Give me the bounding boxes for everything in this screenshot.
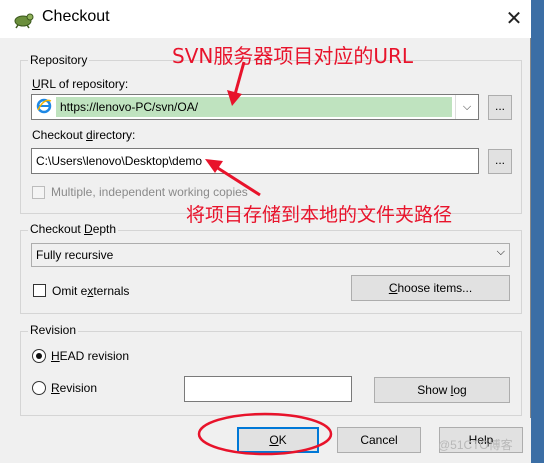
omit-externals-label: Omit externals: [52, 284, 130, 298]
internet-explorer-icon: [36, 98, 52, 114]
close-button[interactable]: ✕: [500, 6, 528, 32]
checkout-directory-label: Checkout directory:: [32, 128, 136, 142]
dir-annotation-text: 将项目存储到本地的文件夹路径: [186, 204, 453, 226]
close-icon: ✕: [505, 8, 523, 30]
show-log-button[interactable]: Show log: [374, 377, 510, 403]
checkout-depth-group-label: Checkout Depth: [28, 222, 119, 236]
checkout-directory-value: C:\Users\lenovo\Desktop\demo: [36, 154, 203, 168]
url-label: URL of repository:: [32, 77, 129, 91]
url-combobox[interactable]: https://lenovo-PC/svn/OA/ ⌵: [31, 94, 479, 120]
revision-group: [20, 331, 522, 416]
window-title: Checkout: [42, 8, 110, 25]
choose-items-button[interactable]: Choose items...: [351, 275, 510, 301]
revision-label: Revision: [51, 381, 98, 395]
ok-highlight-ellipse: [197, 412, 333, 456]
url-annotation-arrow: [227, 61, 246, 106]
head-revision-radio[interactable]: [32, 349, 46, 363]
dir-annotation-arrow: [205, 159, 261, 197]
directory-browse-button[interactable]: ...: [488, 149, 512, 174]
repository-group-label: Repository: [28, 53, 90, 67]
cancel-button[interactable]: Cancel: [337, 427, 421, 453]
tortoise-svn-icon: [14, 13, 34, 29]
depth-select[interactable]: Fully recursive ⌵: [31, 243, 510, 267]
url-input[interactable]: https://lenovo-PC/svn/OA/: [60, 100, 198, 114]
revision-input[interactable]: [184, 376, 352, 402]
url-dropdown-chevron-icon[interactable]: ⌵: [455, 95, 478, 119]
head-revision-label: HEAD revision: [51, 349, 130, 363]
omit-externals-checkbox[interactable]: [33, 284, 46, 297]
checkout-dialog: Checkout ✕ Repository URL of repository:…: [0, 0, 531, 463]
multiple-working-copies-checkbox[interactable]: [32, 186, 45, 199]
url-annotation-text: SVN服务器项目对应的URL: [172, 44, 414, 68]
depth-select-value: Fully recursive: [36, 248, 114, 262]
title-bar: Checkout ✕: [0, 0, 531, 38]
watermark: @51CTO博客: [438, 438, 513, 452]
depth-chevron-down-icon: ⌵: [496, 246, 505, 258]
url-browse-button[interactable]: ...: [488, 95, 512, 120]
revision-group-label: Revision: [28, 323, 79, 337]
revision-radio[interactable]: [32, 381, 46, 395]
